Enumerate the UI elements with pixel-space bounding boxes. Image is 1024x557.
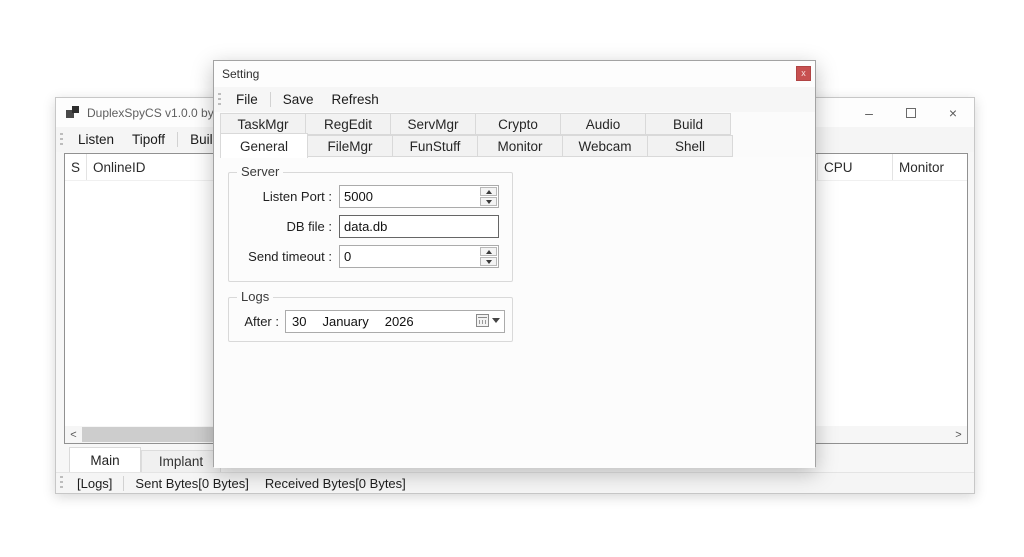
- app-icon: [66, 106, 80, 120]
- tab-taskmgr[interactable]: TaskMgr: [220, 113, 306, 135]
- tab-webcam[interactable]: Webcam: [562, 135, 648, 157]
- listen-port-field: [339, 185, 499, 208]
- tab-build[interactable]: Build: [645, 113, 731, 135]
- db-file-row: DB file :: [229, 215, 512, 238]
- date-month[interactable]: January: [322, 314, 368, 329]
- logs-groupbox: Logs After : 30 January 2026: [228, 297, 513, 342]
- menu-save[interactable]: Save: [274, 89, 323, 110]
- column-header-s[interactable]: S: [65, 154, 87, 180]
- db-file-field: [339, 215, 499, 238]
- listen-port-row: Listen Port :: [229, 185, 512, 208]
- listen-port-spinner: [480, 187, 497, 206]
- setting-tabs-row1: TaskMgr RegEdit ServMgr Crypto Audio Bui…: [221, 113, 731, 135]
- tab-shell[interactable]: Shell: [647, 135, 733, 157]
- date-year[interactable]: 2026: [385, 314, 414, 329]
- statusbar-grip-icon: [60, 476, 63, 490]
- listen-button[interactable]: Listen: [69, 129, 123, 150]
- statusbar-logs: [Logs]: [69, 476, 120, 491]
- db-file-label: DB file :: [229, 219, 339, 234]
- maximize-icon[interactable]: [890, 98, 932, 127]
- db-file-input[interactable]: [340, 216, 496, 237]
- window-controls: – ×: [848, 98, 974, 127]
- statusbar-sent-bytes: Sent Bytes[0 Bytes]: [127, 476, 256, 491]
- menubar-grip-icon: [218, 93, 221, 107]
- column-header-monitor[interactable]: Monitor: [893, 154, 967, 180]
- tab-audio[interactable]: Audio: [560, 113, 646, 135]
- menubar-separator: [270, 92, 271, 107]
- after-label: After :: [229, 314, 285, 329]
- bottom-tabstrip: Main Implant: [69, 447, 221, 472]
- menu-refresh[interactable]: Refresh: [323, 89, 388, 110]
- send-timeout-input[interactable]: [340, 246, 478, 267]
- tab-crypto[interactable]: Crypto: [475, 113, 561, 135]
- setting-dialog: Setting x File Save Refresh TaskMgr RegE…: [213, 60, 816, 467]
- send-timeout-spinner: [480, 247, 497, 266]
- after-row: After : 30 January 2026: [229, 310, 512, 333]
- listen-port-input[interactable]: [340, 186, 478, 207]
- scroll-right-icon[interactable]: >: [950, 426, 967, 443]
- setting-title: Setting: [222, 67, 259, 81]
- send-timeout-label: Send timeout :: [229, 249, 339, 264]
- logs-groupbox-legend: Logs: [237, 289, 273, 304]
- dialog-close-icon[interactable]: x: [796, 66, 811, 81]
- spinner-up-icon[interactable]: [480, 247, 497, 256]
- tab-main[interactable]: Main: [69, 447, 141, 472]
- dropdown-arrow-icon: [492, 318, 500, 323]
- minimize-icon[interactable]: –: [848, 98, 890, 127]
- menu-file[interactable]: File: [227, 89, 267, 110]
- send-timeout-row: Send timeout :: [229, 245, 512, 268]
- statusbar-received-bytes: Received Bytes[0 Bytes]: [257, 476, 414, 491]
- datepicker-dropdown-button[interactable]: [476, 314, 500, 327]
- screen: DuplexSpyCS v1.0.0 by ISSA – × Listen Ti…: [0, 0, 1024, 557]
- toolbar-separator: [177, 132, 178, 147]
- scroll-left-icon[interactable]: <: [65, 426, 82, 443]
- date-day[interactable]: 30: [292, 314, 306, 329]
- tab-monitor[interactable]: Monitor: [477, 135, 563, 157]
- tab-regedit[interactable]: RegEdit: [305, 113, 391, 135]
- general-tab-content: Server Listen Port : DB file :: [214, 157, 815, 468]
- tipoff-button[interactable]: Tipoff: [123, 129, 174, 150]
- tab-general[interactable]: General: [220, 133, 308, 158]
- tab-funstuff[interactable]: FunStuff: [392, 135, 478, 157]
- toolbar-grip-icon: [60, 133, 63, 147]
- send-timeout-field: [339, 245, 499, 268]
- after-datepicker[interactable]: 30 January 2026: [285, 310, 505, 333]
- spinner-down-icon[interactable]: [480, 197, 497, 206]
- column-header-cpu[interactable]: CPU: [818, 154, 893, 180]
- setting-titlebar[interactable]: Setting x: [214, 61, 815, 87]
- statusbar-separator: [123, 476, 124, 491]
- server-groupbox-legend: Server: [237, 164, 283, 179]
- spinner-down-icon[interactable]: [480, 257, 497, 266]
- tab-filemgr[interactable]: FileMgr: [307, 135, 393, 157]
- setting-menubar: File Save Refresh: [214, 87, 815, 112]
- server-groupbox: Server Listen Port : DB file :: [228, 172, 513, 282]
- tab-implant[interactable]: Implant: [141, 450, 221, 472]
- statusbar: [Logs] Sent Bytes[0 Bytes] Received Byte…: [56, 472, 974, 493]
- listen-port-label: Listen Port :: [229, 189, 339, 204]
- spinner-up-icon[interactable]: [480, 187, 497, 196]
- close-icon[interactable]: ×: [932, 98, 974, 127]
- calendar-icon: [476, 314, 489, 327]
- tab-servmgr[interactable]: ServMgr: [390, 113, 476, 135]
